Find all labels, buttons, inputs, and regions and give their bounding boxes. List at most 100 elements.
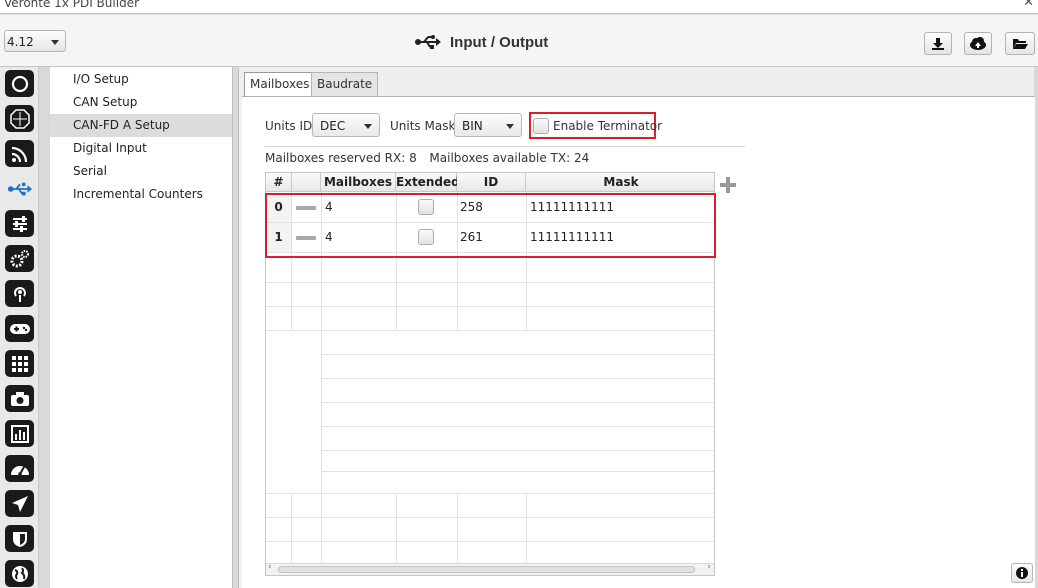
- column-header-id: ID: [457, 173, 526, 192]
- nav-item-can-fd-a-setup[interactable]: CAN-FD A Setup: [50, 114, 232, 137]
- nav-item-incremental-counters[interactable]: Incremental Counters: [50, 183, 232, 206]
- usb-icon: [7, 182, 32, 195]
- rail-power[interactable]: [5, 70, 34, 97]
- column-header-mask: Mask: [526, 173, 714, 192]
- grid-line: [266, 282, 714, 283]
- units-id-label: Units ID: [265, 119, 313, 133]
- rail-globe[interactable]: [5, 560, 34, 587]
- scroll-thumb[interactable]: [278, 566, 695, 573]
- grid-line: [526, 493, 527, 565]
- gamepad-icon: [9, 323, 30, 334]
- divider: [265, 146, 745, 147]
- bar-chart-icon: [10, 424, 29, 443]
- column-header-index: #: [266, 173, 292, 192]
- rows-highlight: [265, 193, 716, 258]
- mailboxes-panel: Units ID DEC Units Mask BIN Enable Termi…: [242, 96, 1035, 588]
- grid-icon: [11, 355, 28, 372]
- grid-line: [266, 541, 714, 542]
- horizontal-scrollbar[interactable]: ‹ ›: [266, 562, 714, 575]
- grid-line: [321, 354, 714, 355]
- tab-baudrate[interactable]: Baudrate: [311, 72, 379, 96]
- reserved-rx-value: 8: [409, 151, 417, 165]
- grid-line: [321, 378, 714, 379]
- nav-item-io-setup[interactable]: I/O Setup: [50, 68, 232, 91]
- scroll-left-icon[interactable]: ‹: [268, 562, 272, 572]
- podcast-icon: [13, 286, 26, 302]
- globe-icon: [11, 565, 28, 582]
- grid-line: [266, 517, 714, 518]
- grid-line: [266, 330, 714, 331]
- version-value: 4.12: [7, 35, 34, 49]
- rail-octagon[interactable]: [5, 105, 34, 132]
- nav-item-serial[interactable]: Serial: [50, 160, 232, 183]
- rail-gamepad[interactable]: [5, 315, 34, 342]
- folder-open-icon: [1013, 39, 1028, 49]
- rail-sliders[interactable]: [5, 210, 34, 237]
- rail-bar-chart[interactable]: [5, 420, 34, 447]
- enable-terminator-checkbox[interactable]: [533, 118, 549, 134]
- cloud-upload-icon: [970, 36, 986, 50]
- chevron-down-icon: [364, 124, 372, 129]
- units-mask-select[interactable]: BIN: [454, 113, 522, 137]
- version-select[interactable]: 4.12: [4, 30, 66, 52]
- column-header-extended: Extended: [396, 173, 460, 192]
- gauge-icon: [10, 465, 29, 476]
- rail-gauge[interactable]: [5, 455, 34, 482]
- available-tx-label: Mailboxes available TX:: [429, 151, 571, 165]
- units-mask-value: BIN: [462, 119, 483, 133]
- page-title: Input / Output: [450, 33, 549, 51]
- units-id-select[interactable]: DEC: [312, 113, 380, 137]
- octagon-icon: [9, 108, 30, 129]
- available-tx-value: 24: [573, 151, 590, 165]
- chevron-down-icon: [51, 40, 59, 45]
- rail-shield[interactable]: [5, 525, 34, 552]
- rail-grid[interactable]: [5, 350, 34, 377]
- mailbox-stats: Mailboxes reserved RX: 8 Mailboxes avail…: [265, 151, 589, 165]
- rail-camera[interactable]: [5, 385, 34, 412]
- open-folder-button[interactable]: [1005, 32, 1035, 55]
- info-button[interactable]: [1011, 563, 1033, 583]
- scroll-right-icon[interactable]: ›: [707, 562, 711, 572]
- grid-line: [266, 306, 714, 307]
- grid-line: [321, 450, 714, 451]
- rail-podcast[interactable]: [5, 280, 34, 307]
- grid-line: [457, 493, 458, 565]
- window-title: Veronte 1x PDI Builder: [4, 0, 139, 10]
- chevron-down-icon: [506, 124, 514, 129]
- grid-line: [266, 493, 714, 494]
- rail-usb[interactable]: [5, 175, 34, 202]
- grid-line: [321, 471, 714, 472]
- grid-line: [396, 493, 397, 565]
- power-icon: [11, 75, 28, 92]
- grid-line: [321, 402, 714, 403]
- main-panel: Mailboxes Baudrate Units ID DEC Units Ma…: [238, 67, 1035, 588]
- submodule-nav: I/O Setup CAN Setup CAN-FD A Setup Digit…: [50, 67, 233, 588]
- enable-terminator-label[interactable]: Enable Terminator: [553, 119, 662, 133]
- app-header: 4.12 Input / Output: [0, 15, 1038, 67]
- rss-icon: [11, 146, 27, 162]
- gears-icon: [10, 249, 29, 267]
- download-icon: [932, 37, 944, 50]
- rail-plane[interactable]: [5, 490, 34, 517]
- plane-icon: [11, 495, 28, 512]
- window-titlebar: Veronte 1x PDI Builder ✕: [0, 0, 1038, 14]
- rail-gears[interactable]: [5, 245, 34, 272]
- nav-item-can-setup[interactable]: CAN Setup: [50, 91, 232, 114]
- cloud-upload-button[interactable]: [964, 32, 992, 55]
- units-mask-label: Units Mask: [390, 119, 456, 133]
- download-button[interactable]: [924, 32, 952, 55]
- grid-line: [291, 493, 292, 565]
- add-row-icon[interactable]: [718, 175, 738, 195]
- rail-rss[interactable]: [5, 140, 34, 167]
- column-header-mailboxes: Mailboxes: [321, 173, 396, 192]
- reserved-rx-label: Mailboxes reserved RX:: [265, 151, 406, 165]
- tab-mailboxes[interactable]: Mailboxes: [244, 72, 316, 97]
- usb-icon: [415, 35, 441, 49]
- nav-item-digital-input[interactable]: Digital Input: [50, 137, 232, 160]
- column-header-remove: [292, 173, 321, 192]
- close-icon[interactable]: ✕: [1023, 0, 1034, 10]
- units-id-value: DEC: [320, 119, 346, 133]
- grid-line: [321, 426, 714, 427]
- sliders-icon: [12, 215, 27, 232]
- page-title-group: Input / Output: [414, 32, 548, 52]
